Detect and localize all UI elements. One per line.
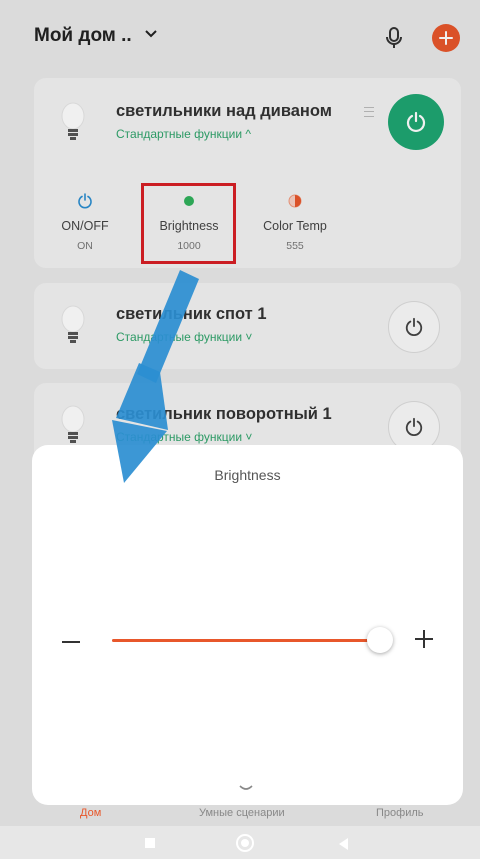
chevron-down-icon[interactable]: [238, 785, 254, 793]
home-icon[interactable]: [236, 834, 254, 852]
plus-icon[interactable]: [412, 627, 436, 651]
brightness-slider[interactable]: [112, 627, 393, 653]
app-screen: Мой дом .. светильники над диваном Станд…: [0, 0, 480, 859]
sheet-title: Brightness: [214, 467, 281, 483]
back-icon[interactable]: [339, 838, 348, 850]
slider-fill: [112, 639, 380, 642]
minus-icon[interactable]: [60, 635, 84, 649]
tab-profile[interactable]: Профиль: [376, 807, 424, 819]
brightness-sheet: Brightness: [32, 445, 463, 805]
recents-icon[interactable]: [145, 838, 155, 848]
tab-home[interactable]: Дом: [80, 807, 101, 819]
bottom-tab-bar: Дом Умные сценарии Профиль: [0, 805, 480, 821]
tab-smart-scenarios[interactable]: Умные сценарии: [199, 807, 285, 819]
system-nav-bar: [0, 826, 480, 859]
slider-thumb[interactable]: [367, 627, 393, 653]
